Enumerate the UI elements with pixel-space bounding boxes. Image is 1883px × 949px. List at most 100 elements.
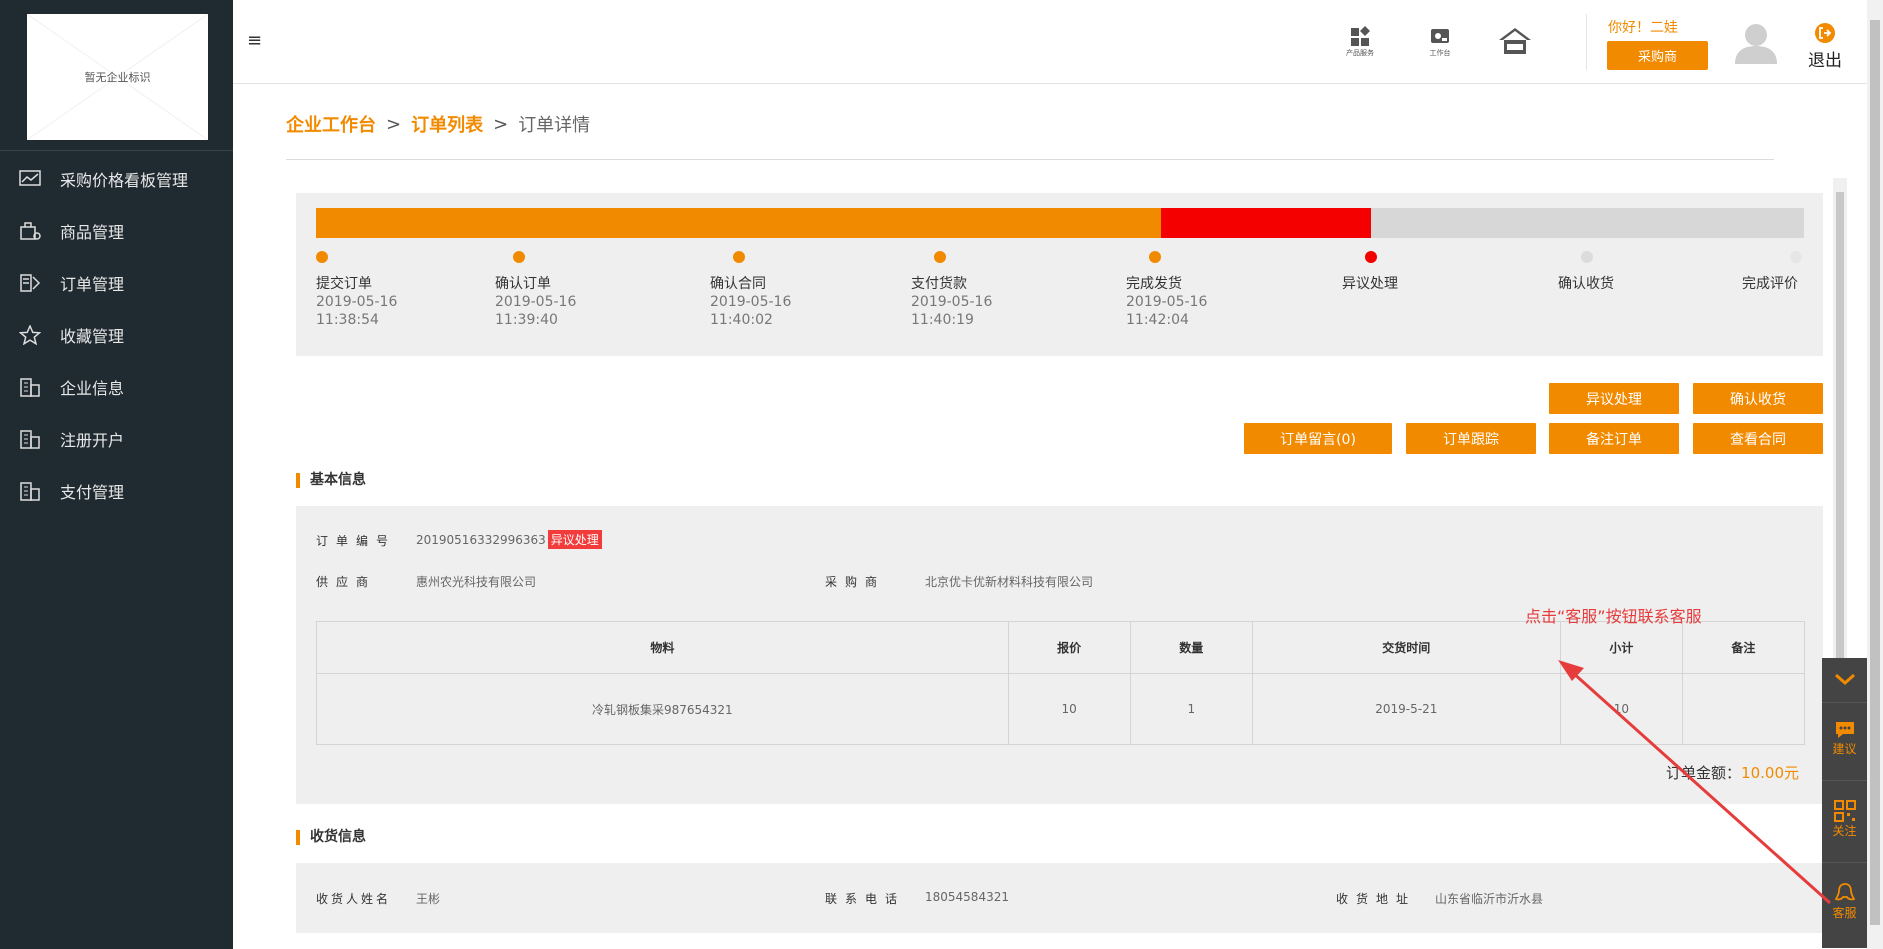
- step-time: 11:39:40: [495, 312, 558, 328]
- confirm-receipt-button[interactable]: 确认收货: [1693, 383, 1823, 414]
- breadcrumb-workbench[interactable]: 企业工作台: [286, 111, 376, 137]
- order-total-label: 订单金额：: [1666, 764, 1742, 782]
- sidebar-item-label: 采购价格看板管理: [60, 171, 189, 190]
- step-timestamp: 2019-05-16 11:42:04: [1126, 293, 1207, 329]
- company-logo-placeholder: 暂无企业标识: [27, 14, 208, 140]
- step-time: 11:40:19: [911, 312, 974, 328]
- avatar[interactable]: [1733, 20, 1779, 66]
- sidebar-item-label: 订单管理: [60, 275, 125, 294]
- order-no-value: 20190516332996363: [416, 533, 546, 547]
- logout-button[interactable]: 退出: [1805, 22, 1845, 72]
- step-date: 2019-05-16: [316, 294, 398, 310]
- status-badge: 异议处理: [547, 530, 602, 549]
- sidebar-item-register[interactable]: 注册开户: [0, 419, 233, 459]
- order-message-button[interactable]: 订单留言(0): [1244, 423, 1392, 454]
- sidebar-item-price-board[interactable]: 采购价格看板管理: [0, 159, 233, 199]
- step-dot: [1365, 251, 1377, 263]
- logout-icon: [1815, 23, 1835, 43]
- breadcrumb-order-list[interactable]: 订单列表: [411, 111, 483, 137]
- top-bar: ≡ 产品服务 工作台 你好！二娃 采购商 退出: [233, 0, 1867, 84]
- annotation-arrow: [1558, 660, 1832, 905]
- order-total-value: 10.00元: [1741, 764, 1799, 782]
- order-remark-button[interactable]: 备注订单: [1549, 423, 1679, 454]
- table-header-row: 物料 报价 数量 交货时间 小计 备注: [316, 621, 1806, 674]
- home-link[interactable]: [1493, 26, 1537, 60]
- content-scrollbar-thumb[interactable]: [1836, 192, 1844, 672]
- table-header: 物料: [316, 621, 1009, 674]
- page-scrollbar[interactable]: [1867, 0, 1883, 949]
- step-label: 完成发货: [1126, 276, 1182, 292]
- step-dot: [316, 251, 328, 263]
- building-icon: [17, 480, 43, 502]
- step-label: 完成评价: [1742, 276, 1798, 292]
- product-service-label: 产品服务: [1346, 49, 1374, 57]
- logo-text: 暂无企业标识: [84, 71, 151, 84]
- product-service-icon: [1351, 26, 1370, 46]
- table-header: 交货时间: [1251, 621, 1561, 674]
- role-button[interactable]: 采购商: [1607, 41, 1708, 70]
- dispute-button[interactable]: 异议处理: [1549, 383, 1679, 414]
- breadcrumb-current: 订单详情: [518, 115, 591, 136]
- sidebar-item-label: 注册开户: [60, 431, 125, 450]
- follow-label: 关注: [1832, 824, 1857, 838]
- table-cell: 2019-5-21: [1251, 673, 1561, 745]
- building-icon: [17, 376, 43, 398]
- sidebar-item-favorites[interactable]: 收藏管理: [0, 315, 233, 355]
- follow-button[interactable]: 关注: [1822, 800, 1867, 839]
- progress-bar-exception: [1161, 208, 1371, 238]
- table-cell: 10: [1559, 673, 1683, 745]
- sidebar: 暂无企业标识 采购价格看板管理 商品管理 订单管理 收藏管理 企业信息 注册开户…: [0, 0, 233, 949]
- workbench-link[interactable]: 工作台: [1418, 26, 1462, 60]
- breadcrumb-separator: >: [493, 113, 509, 135]
- phone-value: 18054584321: [925, 890, 1009, 904]
- step-time: 11:38:54: [316, 312, 379, 328]
- greeting-text: 你好！二娃: [1608, 20, 1678, 36]
- step-time: 11:40:02: [710, 312, 773, 328]
- table-header: 数量: [1129, 621, 1253, 674]
- table-cell: 1: [1129, 673, 1253, 745]
- qrcode-icon: [1833, 800, 1856, 822]
- page-scrollbar-thumb[interactable]: [1870, 20, 1880, 925]
- step-date: 2019-05-16: [710, 294, 792, 310]
- product-service-link[interactable]: 产品服务: [1338, 26, 1382, 60]
- order-icon: [17, 272, 43, 294]
- chat-icon: [1835, 722, 1854, 738]
- sidebar-item-label: 收藏管理: [60, 327, 125, 346]
- table-header: 备注: [1681, 621, 1806, 674]
- sidebar-item-label: 企业信息: [60, 379, 125, 398]
- sidebar-item-payment[interactable]: 支付管理: [0, 471, 233, 511]
- table-row: 冷轧钢板集采987654321 10 1 2019-5-21 10: [316, 673, 1806, 745]
- breadcrumb-separator: >: [386, 113, 402, 135]
- step-dot: [1149, 251, 1161, 263]
- progress-bar-completed: [316, 208, 1162, 238]
- table-cell: 冷轧钢板集采987654321: [316, 673, 1009, 745]
- menu-toggle-icon[interactable]: ≡: [247, 30, 262, 51]
- basic-info-heading: 基本信息: [296, 473, 366, 488]
- sidebar-item-orders[interactable]: 订单管理: [0, 263, 233, 303]
- order-no-label: 订单编号: [316, 534, 397, 548]
- home-icon: [1499, 28, 1531, 54]
- view-contract-button[interactable]: 查看合同: [1693, 423, 1823, 454]
- step-timestamp: 2019-05-16 11:40:19: [911, 293, 992, 329]
- supplier-value: 惠州农光科技有限公司: [416, 575, 537, 589]
- floating-tool-panel: 建议 关注 客服: [1822, 658, 1867, 948]
- step-dot: [733, 251, 745, 263]
- sidebar-item-goods[interactable]: 商品管理: [0, 211, 233, 251]
- sidebar-item-company-info[interactable]: 企业信息: [0, 367, 233, 407]
- customer-service-button[interactable]: 客服: [1822, 882, 1867, 921]
- suggest-button[interactable]: 建议: [1822, 720, 1867, 757]
- step-dot: [934, 251, 946, 263]
- collapse-panel-button[interactable]: [1822, 672, 1867, 686]
- order-tracking-button[interactable]: 订单跟踪: [1406, 423, 1536, 454]
- workbench-icon: [1431, 29, 1449, 43]
- breadcrumb-divider: [286, 159, 1774, 160]
- goods-table: 物料 报价 数量 交货时间 小计 备注 冷轧钢板集采987654321 10 1…: [316, 621, 1806, 745]
- step-label: 确认收货: [1558, 276, 1614, 292]
- step-label: 确认订单: [495, 276, 551, 292]
- receiving-info-panel: 收货人姓名 王彬 联系电话 18054584321 收货地址 山东省临沂市沂水县: [296, 863, 1823, 933]
- receiving-info-heading: 收货信息: [296, 830, 366, 845]
- table-header: 小计: [1559, 621, 1683, 674]
- suggest-label: 建议: [1832, 742, 1857, 756]
- step-label: 支付货款: [911, 276, 967, 292]
- progress-bar: [316, 208, 1804, 238]
